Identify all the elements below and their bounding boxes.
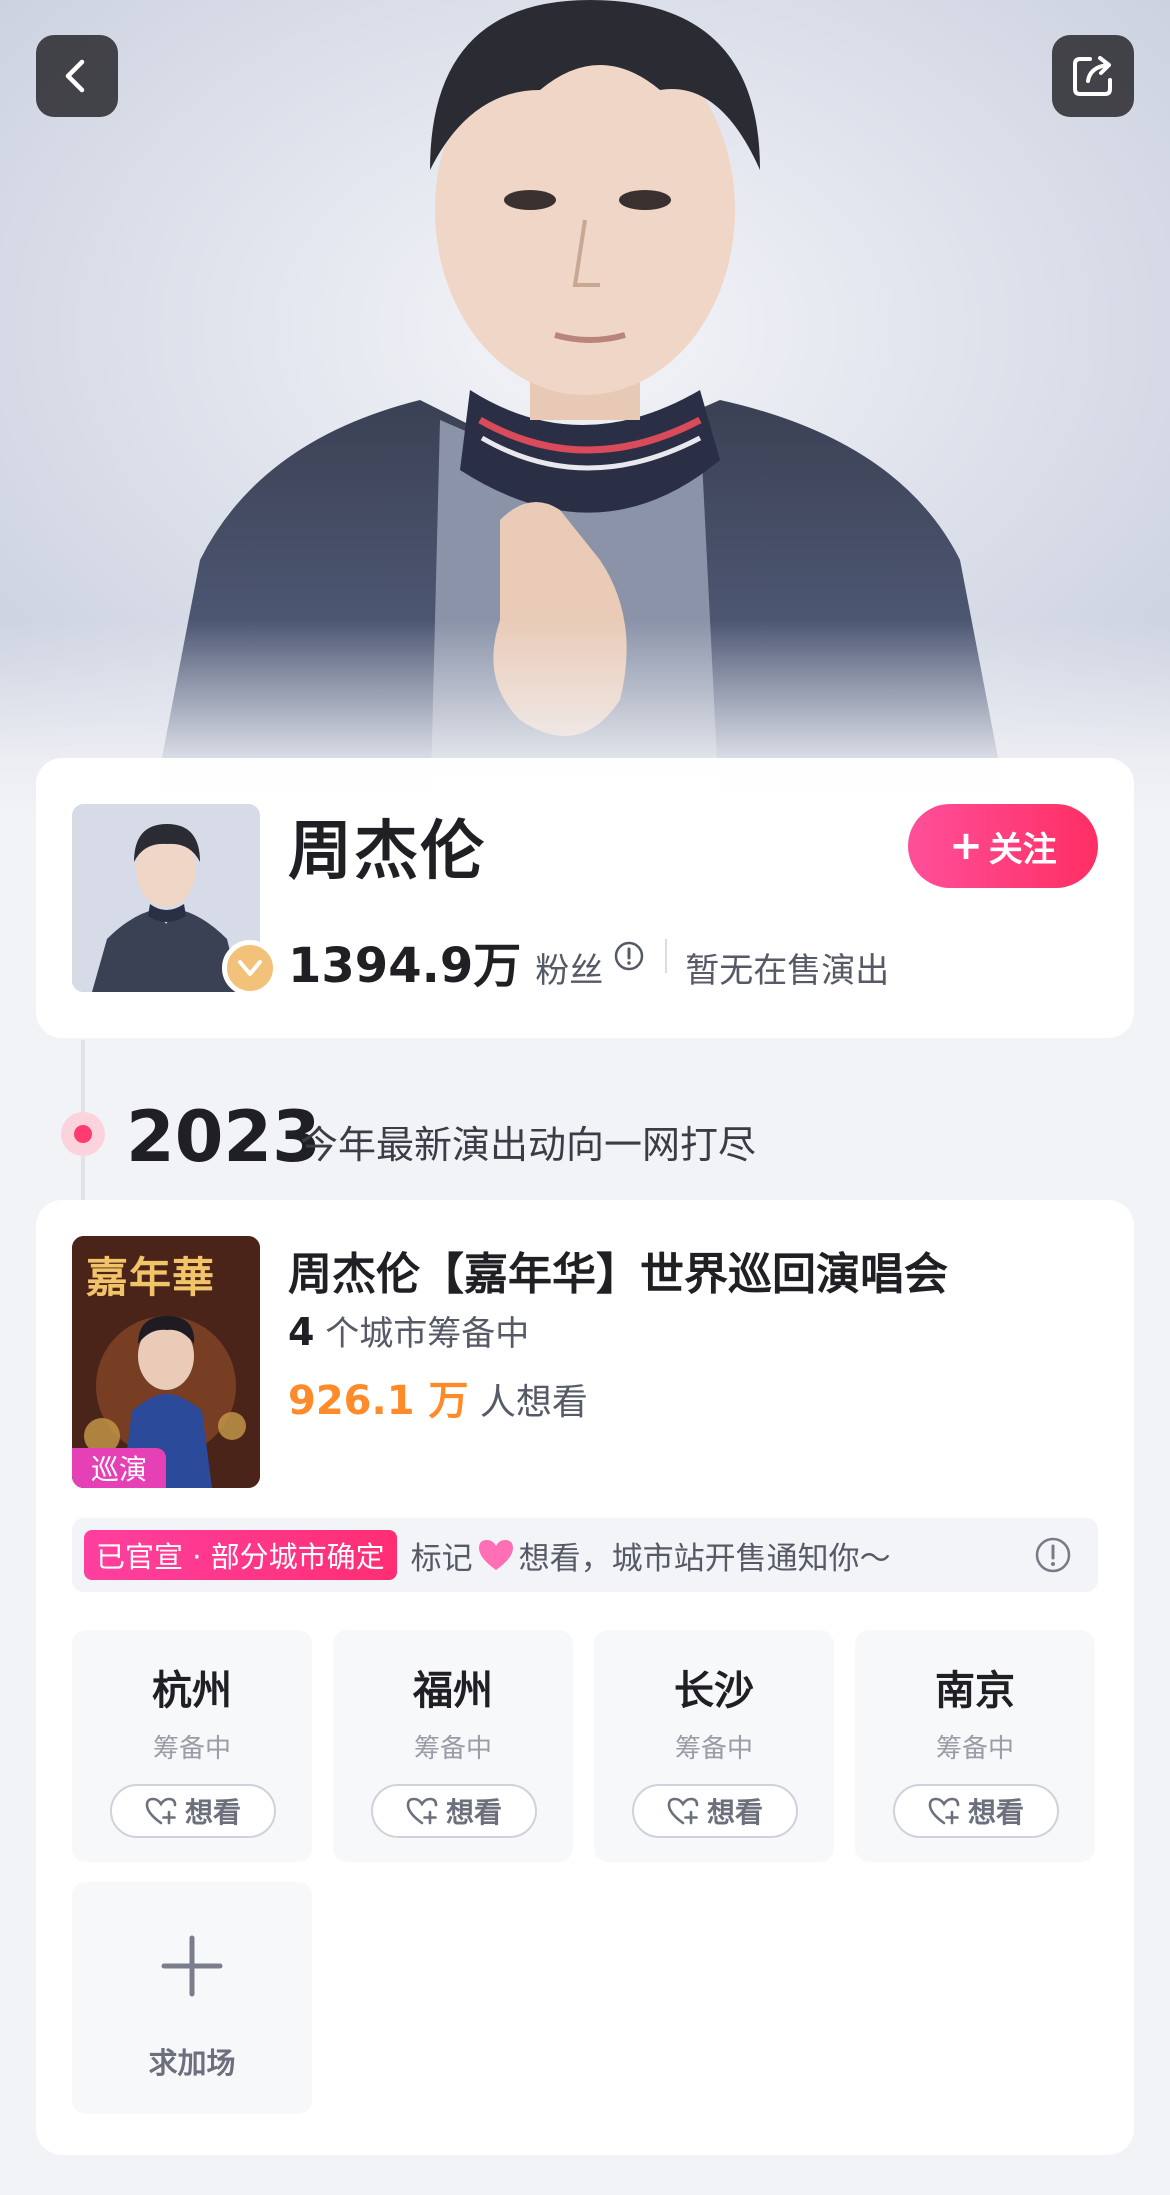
notice-bar: 已官宣 · 部分城市确定 标记 想看，城市站开售通知你～ [72,1518,1098,1592]
city-tile-hangzhou[interactable]: 杭州 筹备中 想看 [72,1630,312,1862]
heart-plus-icon [928,1797,960,1825]
verified-badge-icon [222,940,278,996]
notice-text: 标记 想看，城市站开售通知你～ [411,1533,891,1578]
info-icon[interactable] [1034,1536,1072,1574]
heart-plus-icon [667,1797,699,1825]
city-status: 筹备中 [413,1734,492,1764]
plus-icon [161,1935,223,1997]
city-tile-changsha[interactable]: 长沙 筹备中 想看 [594,1630,834,1862]
tour-card[interactable]: 嘉年華 巡演 周杰伦【嘉年华】世界巡回演唱会 4 个城市筹备中 926.1 万 … [36,1200,1134,2155]
notice-suffix: 想看，城市站开售通知你～ [518,1540,891,1577]
want-label: 想看 [445,1796,502,1829]
fans-label: 粉丝 [535,951,604,991]
artist-profile-card: 周杰伦 + 关注 1394.9万 粉丝 暂无在售演出 [36,758,1134,1038]
timeline-subtitle: 今年最新演出动向一网打尽 [300,1123,757,1167]
want-button[interactable]: 想看 [893,1784,1059,1838]
follow-button[interactable]: + 关注 [908,804,1098,888]
want-label: 想看 [706,1796,763,1829]
timeline-dot-center [74,1125,92,1143]
tour-city-count: 4 个城市筹备中 [288,1306,529,1355]
tour-type-badge: 巡演 [72,1448,166,1488]
city-name: 杭州 [152,1668,232,1714]
artist-name: 周杰伦 [288,815,486,889]
announced-tag: 已官宣 · 部分城市确定 [84,1530,397,1580]
city-tile-nanjing[interactable]: 南京 筹备中 想看 [855,1630,1095,1862]
want-button[interactable]: 想看 [632,1784,798,1838]
request-extra-show-button[interactable]: 求加场 [72,1882,312,2114]
want-count-suffix: 人想看 [479,1382,588,1423]
tour-title[interactable]: 周杰伦【嘉年华】世界巡回演唱会 [288,1238,948,1302]
heart-plus-icon [145,1797,177,1825]
city-name: 长沙 [674,1668,754,1714]
city-status: 筹备中 [674,1734,753,1764]
tour-poster[interactable]: 嘉年華 巡演 [72,1236,260,1488]
share-icon [1073,56,1112,96]
city-status: 筹备中 [152,1734,231,1764]
heart-plus-icon [406,1797,438,1825]
want-button[interactable]: 想看 [371,1784,537,1838]
artist-hero-image [0,0,1170,820]
want-button[interactable]: 想看 [110,1784,276,1838]
divider [665,939,668,973]
back-button[interactable] [36,35,118,117]
city-count-number: 4 [288,1310,315,1354]
city-tile-fuzhou[interactable]: 福州 筹备中 想看 [333,1630,573,1862]
fans-count: 1394.9万 [288,938,522,994]
no-show-text: 暂无在售演出 [685,951,890,991]
notice-prefix: 标记 [410,1540,473,1577]
city-name: 南京 [935,1668,1015,1714]
city-count-suffix: 个城市筹备中 [325,1314,530,1354]
tour-want-count: 926.1 万 人想看 [288,1368,588,1426]
city-status: 筹备中 [935,1734,1014,1764]
chevron-left-icon [65,59,85,93]
follow-label: 关注 [988,829,1057,870]
city-name: 福州 [413,1668,493,1714]
want-count-number: 926.1 万 [288,1378,469,1424]
want-label: 想看 [184,1796,241,1829]
want-label: 想看 [967,1796,1024,1829]
info-icon[interactable] [613,940,645,972]
plus-icon: + [949,823,983,869]
share-button[interactable] [1052,35,1134,117]
heart-icon [478,1540,513,1570]
request-extra-show-label: 求加场 [148,2046,236,2080]
fans-row: 1394.9万 粉丝 暂无在售演出 [288,926,889,994]
timeline-year: 2023 [126,1096,321,1178]
poster-title: 嘉年華 [86,1253,216,1302]
